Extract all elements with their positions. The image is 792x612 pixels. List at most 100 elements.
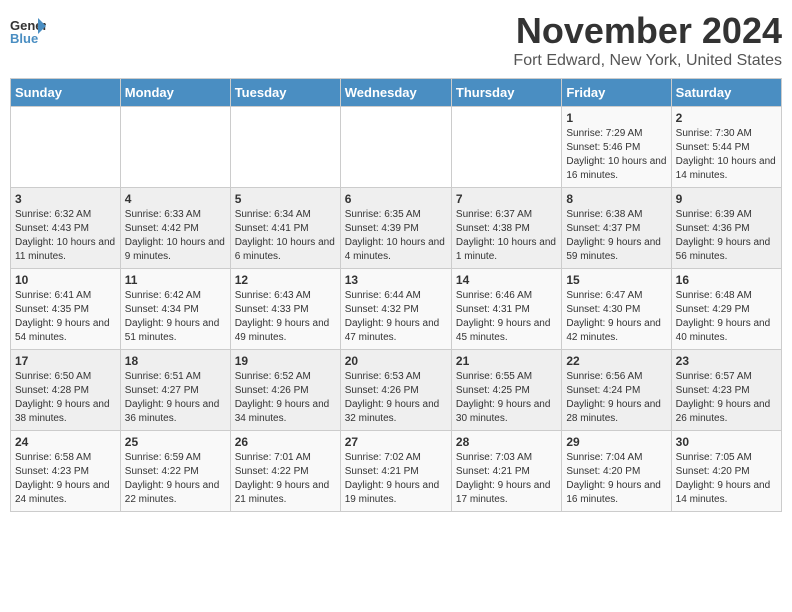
calendar-cell: 6 Sunrise: 6:35 AM Sunset: 4:39 PM Daylig… (340, 188, 451, 269)
day-info: Sunrise: 6:55 AM Sunset: 4:25 PM Dayligh… (456, 370, 557, 426)
day-info: Sunrise: 6:48 AM Sunset: 4:29 PM Dayligh… (676, 289, 777, 345)
calendar-week-2: 10 Sunrise: 6:41 AM Sunset: 4:35 PM Dayli… (11, 269, 782, 350)
day-header-wednesday: Wednesday (340, 79, 451, 107)
calendar-cell: 8 Sunrise: 6:38 AM Sunset: 4:37 PM Daylig… (562, 188, 671, 269)
title-block: November 2024 Fort Edward, New York, Uni… (513, 10, 782, 70)
day-number: 13 (345, 273, 447, 287)
day-number: 30 (676, 435, 777, 449)
logo: General Blue (10, 16, 50, 46)
calendar-cell: 18 Sunrise: 6:51 AM Sunset: 4:27 PM Dayli… (120, 350, 230, 431)
calendar-cell: 13 Sunrise: 6:44 AM Sunset: 4:32 PM Dayli… (340, 269, 451, 350)
day-header-friday: Friday (562, 79, 671, 107)
calendar-cell: 16 Sunrise: 6:48 AM Sunset: 4:29 PM Dayli… (671, 269, 781, 350)
day-info: Sunrise: 7:04 AM Sunset: 4:20 PM Dayligh… (566, 451, 666, 507)
calendar-cell: 17 Sunrise: 6:50 AM Sunset: 4:28 PM Dayli… (11, 350, 121, 431)
day-number: 4 (125, 192, 226, 206)
calendar-cell: 5Sunrise: 6:34 AM Sunset: 4:41 PM Daylig… (230, 188, 340, 269)
day-number: 10 (15, 273, 116, 287)
calendar-cell: 2Sunrise: 7:30 AM Sunset: 5:44 PM Daylig… (671, 107, 781, 188)
day-info: Sunrise: 6:47 AM Sunset: 4:30 PM Dayligh… (566, 289, 666, 345)
day-info: Sunrise: 6:51 AM Sunset: 4:27 PM Dayligh… (125, 370, 226, 426)
day-number: 3 (15, 192, 116, 206)
calendar-cell: 23Sunrise: 6:57 AM Sunset: 4:23 PM Dayli… (671, 350, 781, 431)
header: General Blue November 2024 Fort Edward, … (10, 10, 782, 70)
day-number: 8 (566, 192, 666, 206)
day-info: Sunrise: 6:42 AM Sunset: 4:34 PM Dayligh… (125, 289, 226, 345)
day-info: Sunrise: 6:32 AM Sunset: 4:43 PM Dayligh… (15, 208, 116, 264)
day-info: Sunrise: 7:02 AM Sunset: 4:21 PM Dayligh… (345, 451, 447, 507)
day-info: Sunrise: 6:50 AM Sunset: 4:28 PM Dayligh… (15, 370, 116, 426)
day-info: Sunrise: 6:35 AM Sunset: 4:39 PM Dayligh… (345, 208, 447, 264)
calendar-cell (451, 107, 561, 188)
calendar-cell (11, 107, 121, 188)
calendar-cell: 14 Sunrise: 6:46 AM Sunset: 4:31 PM Dayli… (451, 269, 561, 350)
calendar-week-3: 17 Sunrise: 6:50 AM Sunset: 4:28 PM Dayli… (11, 350, 782, 431)
day-info: Sunrise: 6:56 AM Sunset: 4:24 PM Dayligh… (566, 370, 666, 426)
day-number: 20 (345, 354, 447, 368)
calendar-cell: 20 Sunrise: 6:53 AM Sunset: 4:26 PM Dayli… (340, 350, 451, 431)
day-number: 25 (125, 435, 226, 449)
day-number: 1 (566, 111, 666, 125)
logo-icon: General Blue (10, 16, 46, 46)
day-number: 7 (456, 192, 557, 206)
calendar-cell: 21Sunrise: 6:55 AM Sunset: 4:25 PM Dayli… (451, 350, 561, 431)
calendar-cell: 12Sunrise: 6:43 AM Sunset: 4:33 PM Dayli… (230, 269, 340, 350)
day-info: Sunrise: 7:05 AM Sunset: 4:20 PM Dayligh… (676, 451, 777, 507)
day-header-sunday: Sunday (11, 79, 121, 107)
day-info: Sunrise: 7:29 AM Sunset: 5:46 PM Dayligh… (566, 127, 666, 183)
calendar-cell: 27Sunrise: 7:02 AM Sunset: 4:21 PM Dayli… (340, 431, 451, 512)
day-number: 6 (345, 192, 447, 206)
day-info: Sunrise: 6:34 AM Sunset: 4:41 PM Dayligh… (235, 208, 336, 264)
calendar-cell: 7 Sunrise: 6:37 AM Sunset: 4:38 PM Daylig… (451, 188, 561, 269)
day-info: Sunrise: 6:38 AM Sunset: 4:37 PM Dayligh… (566, 208, 666, 264)
calendar-cell: 29 Sunrise: 7:04 AM Sunset: 4:20 PM Dayli… (562, 431, 671, 512)
calendar-header-row: SundayMondayTuesdayWednesdayThursdayFrid… (11, 79, 782, 107)
calendar-cell: 30 Sunrise: 7:05 AM Sunset: 4:20 PM Dayli… (671, 431, 781, 512)
day-info: Sunrise: 6:57 AM Sunset: 4:23 PM Dayligh… (676, 370, 777, 426)
calendar-week-4: 24 Sunrise: 6:58 AM Sunset: 4:23 PM Dayli… (11, 431, 782, 512)
calendar-cell: 22 Sunrise: 6:56 AM Sunset: 4:24 PM Dayli… (562, 350, 671, 431)
calendar-cell: 25 Sunrise: 6:59 AM Sunset: 4:22 PM Dayli… (120, 431, 230, 512)
day-number: 22 (566, 354, 666, 368)
calendar-week-0: 1 Sunrise: 7:29 AM Sunset: 5:46 PM Daylig… (11, 107, 782, 188)
day-info: Sunrise: 6:53 AM Sunset: 4:26 PM Dayligh… (345, 370, 447, 426)
calendar-cell (230, 107, 340, 188)
day-info: Sunrise: 6:37 AM Sunset: 4:38 PM Dayligh… (456, 208, 557, 264)
day-number: 2 (676, 111, 777, 125)
day-number: 14 (456, 273, 557, 287)
calendar-cell: 11Sunrise: 6:42 AM Sunset: 4:34 PM Dayli… (120, 269, 230, 350)
calendar-cell: 28 Sunrise: 7:03 AM Sunset: 4:21 PM Dayli… (451, 431, 561, 512)
calendar-cell (120, 107, 230, 188)
day-info: Sunrise: 6:41 AM Sunset: 4:35 PM Dayligh… (15, 289, 116, 345)
day-info: Sunrise: 6:52 AM Sunset: 4:26 PM Dayligh… (235, 370, 336, 426)
day-info: Sunrise: 6:59 AM Sunset: 4:22 PM Dayligh… (125, 451, 226, 507)
day-header-thursday: Thursday (451, 79, 561, 107)
day-info: Sunrise: 6:43 AM Sunset: 4:33 PM Dayligh… (235, 289, 336, 345)
calendar-week-1: 3 Sunrise: 6:32 AM Sunset: 4:43 PM Daylig… (11, 188, 782, 269)
calendar-cell: 10 Sunrise: 6:41 AM Sunset: 4:35 PM Dayli… (11, 269, 121, 350)
day-number: 29 (566, 435, 666, 449)
day-info: Sunrise: 6:58 AM Sunset: 4:23 PM Dayligh… (15, 451, 116, 507)
calendar-cell (340, 107, 451, 188)
day-number: 26 (235, 435, 336, 449)
day-number: 9 (676, 192, 777, 206)
day-number: 19 (235, 354, 336, 368)
day-info: Sunrise: 7:03 AM Sunset: 4:21 PM Dayligh… (456, 451, 557, 507)
day-number: 28 (456, 435, 557, 449)
day-number: 24 (15, 435, 116, 449)
calendar-cell: 9Sunrise: 6:39 AM Sunset: 4:36 PM Daylig… (671, 188, 781, 269)
location-title: Fort Edward, New York, United States (513, 52, 782, 70)
day-info: Sunrise: 6:46 AM Sunset: 4:31 PM Dayligh… (456, 289, 557, 345)
day-number: 16 (676, 273, 777, 287)
day-number: 18 (125, 354, 226, 368)
calendar-cell: 15Sunrise: 6:47 AM Sunset: 4:30 PM Dayli… (562, 269, 671, 350)
day-number: 17 (15, 354, 116, 368)
day-info: Sunrise: 7:01 AM Sunset: 4:22 PM Dayligh… (235, 451, 336, 507)
calendar-cell: 19 Sunrise: 6:52 AM Sunset: 4:26 PM Dayli… (230, 350, 340, 431)
calendar-cell: 1 Sunrise: 7:29 AM Sunset: 5:46 PM Daylig… (562, 107, 671, 188)
day-info: Sunrise: 6:33 AM Sunset: 4:42 PM Dayligh… (125, 208, 226, 264)
calendar-table: SundayMondayTuesdayWednesdayThursdayFrid… (10, 78, 782, 512)
day-info: Sunrise: 6:44 AM Sunset: 4:32 PM Dayligh… (345, 289, 447, 345)
calendar-cell: 24 Sunrise: 6:58 AM Sunset: 4:23 PM Dayli… (11, 431, 121, 512)
day-header-monday: Monday (120, 79, 230, 107)
